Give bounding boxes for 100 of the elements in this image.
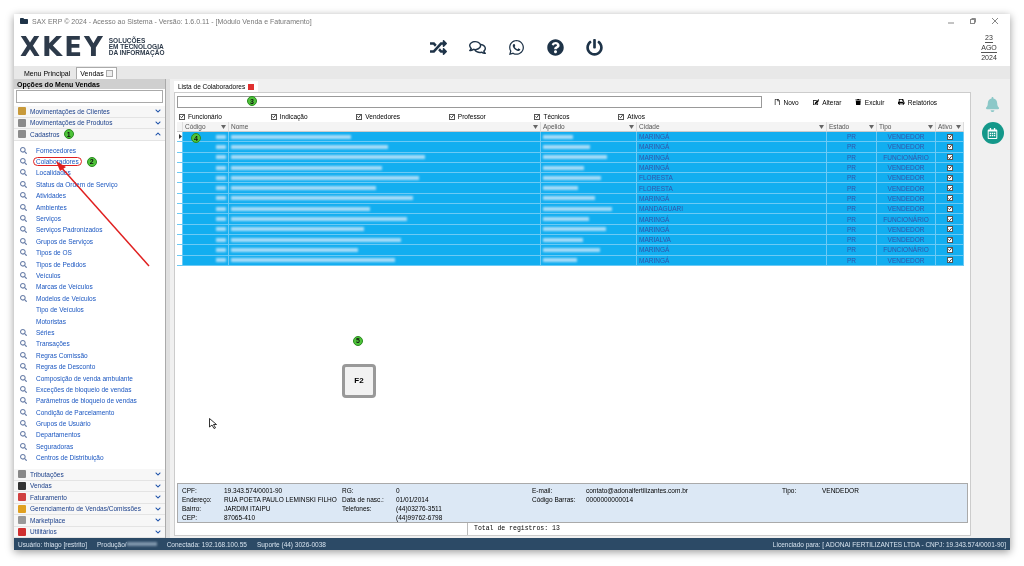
search-icon [20, 169, 28, 177]
restore-icon[interactable] [970, 17, 976, 24]
search-icon [20, 328, 28, 336]
active-checkbox[interactable] [946, 226, 953, 233]
chevron-icon [155, 517, 161, 524]
shuffle-icon[interactable] [430, 38, 447, 56]
row-indicator-cell[interactable] [177, 142, 183, 153]
search-field[interactable] [177, 96, 762, 108]
printer-icon [898, 98, 905, 106]
blurred-text [543, 206, 612, 211]
row-indicator-cell[interactable] [177, 214, 183, 225]
chevron-icon [155, 482, 161, 489]
search-icon [20, 420, 28, 428]
search-icon [20, 146, 28, 154]
row-indicator-cell[interactable] [177, 173, 183, 184]
search-icon [20, 215, 28, 223]
search-icon [20, 192, 28, 200]
filter-icon[interactable] [221, 124, 226, 129]
chevron-icon [155, 505, 161, 512]
blurred-text [543, 155, 607, 160]
row-indicator-cell[interactable] [177, 204, 183, 215]
keyboard-key: F2 [342, 363, 376, 398]
checkbox[interactable] [179, 113, 185, 120]
trash-icon [855, 98, 862, 106]
search-icon [20, 203, 28, 211]
active-checkbox[interactable] [946, 236, 953, 243]
blurred-text [543, 227, 606, 232]
search-icon [20, 272, 28, 279]
calendar-icon[interactable] [981, 122, 1004, 144]
blurred-text [543, 217, 589, 221]
checkbox[interactable] [618, 113, 625, 120]
blurred-text [543, 196, 595, 201]
search-icon [20, 249, 28, 257]
row-indicator-header [177, 122, 183, 132]
search-icon [20, 374, 28, 382]
filter-icon[interactable] [533, 124, 538, 129]
search-icon [20, 454, 28, 462]
row-indicator-cell[interactable] [177, 245, 183, 256]
chevron-icon [155, 119, 161, 126]
active-checkbox[interactable] [946, 164, 953, 171]
close-icon[interactable] [992, 17, 998, 24]
logo-mark: XKEY [20, 32, 105, 62]
filter-icon[interactable] [629, 124, 634, 129]
active-checkbox[interactable] [946, 154, 953, 161]
row-indicator-cell[interactable] [177, 255, 183, 266]
blurred-text [543, 186, 578, 191]
search-icon [20, 351, 28, 359]
power-icon[interactable] [586, 38, 603, 56]
checkbox[interactable] [270, 113, 277, 120]
search-icon [20, 340, 28, 348]
blurred-text [543, 134, 573, 139]
active-checkbox[interactable] [946, 205, 953, 212]
blurred-text [543, 237, 583, 242]
chat-icon[interactable] [469, 38, 486, 56]
filter-icon[interactable] [819, 124, 824, 129]
chevron-icon [155, 108, 161, 115]
search-icon [20, 237, 28, 245]
row-pointer-icon [179, 134, 182, 140]
active-checkbox[interactable] [946, 195, 953, 202]
blurred-text [543, 175, 601, 180]
active-checkbox[interactable] [946, 185, 953, 192]
row-indicator-cell[interactable] [177, 234, 183, 246]
blurred-text [543, 165, 584, 170]
cursor-icon [209, 417, 217, 429]
chevron-icon [155, 528, 161, 535]
whatsapp-icon[interactable] [508, 38, 525, 56]
search-icon [20, 442, 28, 450]
checkbox[interactable] [356, 113, 363, 120]
filter-icon[interactable] [928, 124, 933, 129]
edit-icon [812, 98, 820, 106]
search-icon [20, 283, 28, 291]
active-checkbox[interactable] [946, 216, 953, 222]
blurred-text [126, 542, 157, 546]
search-icon [20, 431, 28, 439]
active-checkbox[interactable] [946, 174, 953, 181]
search-icon [20, 260, 28, 268]
row-indicator-cell[interactable] [177, 183, 183, 194]
search-icon [20, 385, 28, 393]
chevron-icon [155, 494, 161, 501]
row-indicator-cell[interactable] [177, 224, 183, 235]
search-icon [20, 294, 28, 302]
row-indicator-cell[interactable] [177, 152, 183, 163]
checkbox[interactable] [448, 113, 455, 120]
filter-icon[interactable] [956, 124, 961, 129]
active-checkbox[interactable] [946, 133, 953, 140]
active-checkbox[interactable] [946, 143, 953, 150]
checkbox[interactable] [534, 113, 541, 120]
chevron-icon [155, 471, 161, 478]
active-checkbox[interactable] [946, 257, 953, 264]
search-icon [20, 180, 28, 188]
menu-search-field[interactable] [16, 90, 163, 103]
filter-icon[interactable] [869, 124, 874, 129]
close-icon[interactable] [248, 83, 255, 90]
help-icon[interactable] [547, 38, 564, 56]
blurred-text [543, 144, 590, 149]
row-indicator-cell[interactable] [177, 162, 183, 174]
active-checkbox[interactable] [946, 246, 953, 253]
search-icon [20, 408, 28, 416]
blurred-text [543, 258, 577, 263]
row-indicator-cell[interactable] [177, 193, 183, 205]
